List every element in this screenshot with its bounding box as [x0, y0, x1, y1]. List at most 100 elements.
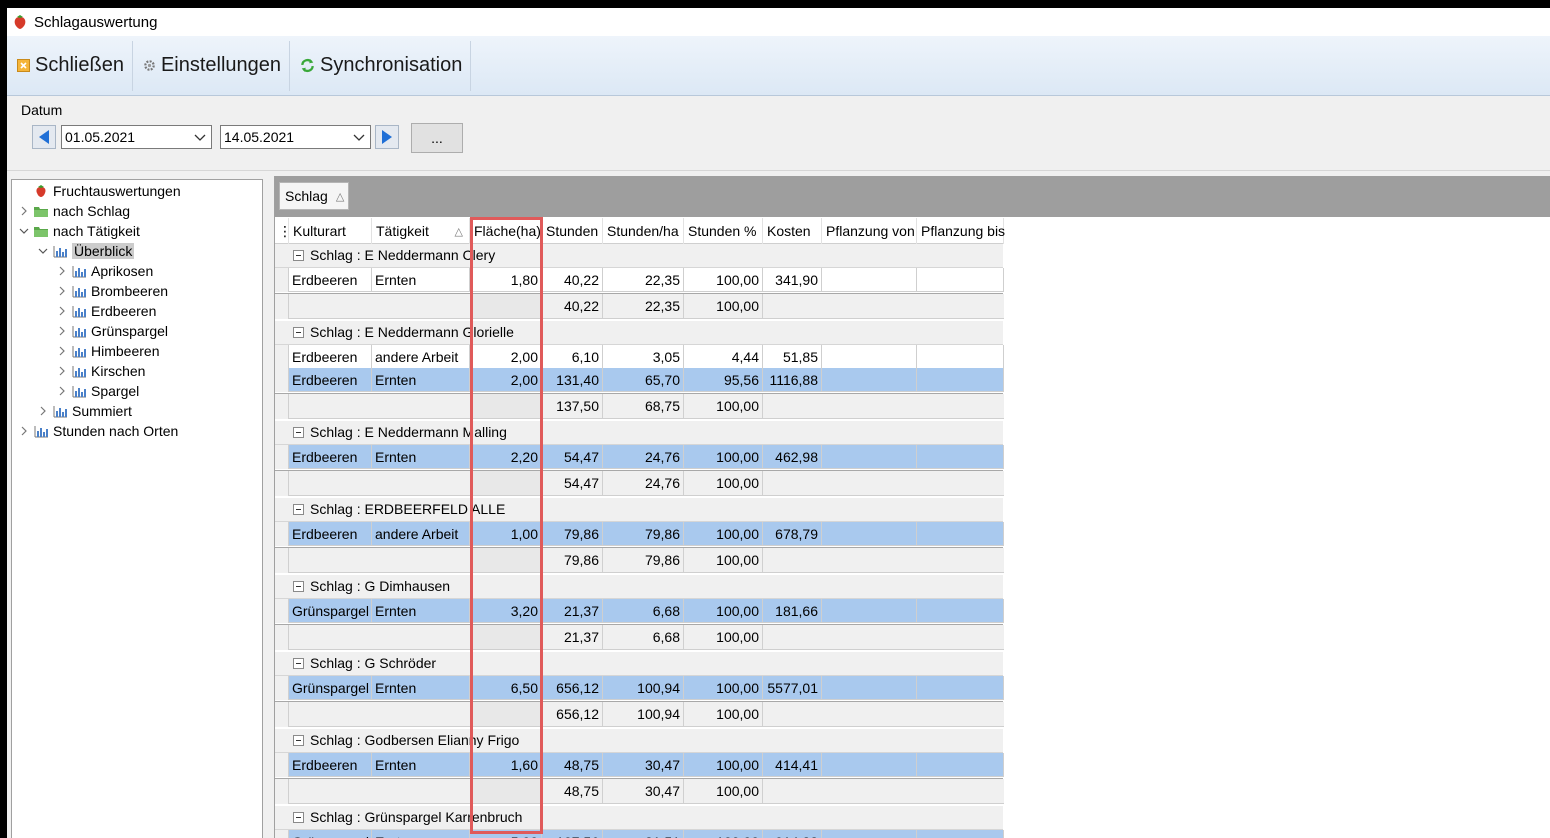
table-cell	[822, 445, 917, 469]
column-header-label: Tätigkeit	[376, 223, 429, 239]
tree-root[interactable]: Fruchtauswertungen	[18, 181, 181, 201]
table-cell: 24,76	[603, 445, 684, 469]
column-header[interactable]: Kulturart	[289, 218, 372, 244]
column-header-label: Stunden	[546, 223, 599, 239]
tree-item-summiert[interactable]: Summiert	[37, 401, 132, 421]
group-row[interactable]: Schlag : ERDBEERFELD ALLE	[275, 498, 1003, 522]
table-row[interactable]: GrünspargelErnten5,00107,5621,51100,0091…	[275, 830, 1004, 838]
column-header[interactable]: Pflanzung von	[822, 218, 917, 244]
arrow-right-icon	[382, 130, 392, 144]
chevron-right-icon[interactable]	[56, 385, 68, 397]
collapse-group-icon[interactable]	[293, 327, 304, 338]
chevron-right-icon[interactable]	[56, 285, 68, 297]
chevron-right-icon[interactable]	[18, 205, 30, 217]
chevron-right-icon[interactable]	[56, 345, 68, 357]
date-from-select[interactable]: 01.05.2021	[61, 125, 212, 149]
table-cell: andere Arbeit	[372, 522, 470, 546]
next-period-button[interactable]	[375, 125, 399, 149]
group-chip-schlag[interactable]: Schlag △	[279, 182, 349, 210]
column-header[interactable]: Tätigkeit △	[372, 218, 470, 244]
collapse-group-icon[interactable]	[293, 504, 304, 515]
strawberry-icon	[36, 185, 46, 197]
group-summary-row: 137,50 68,75 100,00	[275, 393, 1004, 419]
group-row[interactable]: Schlag : E Neddermann Malling	[275, 421, 1003, 445]
table-cell: 30,47	[603, 779, 684, 804]
table-cell	[822, 345, 917, 369]
column-header[interactable]: Pflanzung bis	[917, 218, 1005, 244]
tree-item-ueberblick[interactable]: Überblick	[37, 241, 135, 261]
chevron-right-icon[interactable]	[56, 365, 68, 377]
group-row[interactable]: Schlag : G Dimhausen	[275, 575, 1003, 599]
table-cell: Erdbeeren	[289, 268, 372, 292]
table-row[interactable]: Erdbeeren andere Arbeit 1,00 79,86 79,86 100,…	[275, 522, 1004, 546]
collapse-group-icon[interactable]	[293, 581, 304, 592]
column-header[interactable]: Stunden	[542, 218, 603, 244]
chevron-right-icon[interactable]	[18, 425, 30, 437]
table-cell: 100,00	[684, 599, 763, 623]
chevron-right-icon[interactable]	[56, 305, 68, 317]
table-row[interactable]: Erdbeeren Ernten 1,80 40,22 22,35 100,00 341,9…	[275, 268, 1004, 292]
sync-button[interactable]: Synchronisation	[290, 40, 472, 91]
title-bar: Schlagauswertung	[7, 8, 1550, 36]
tree-item-brombeeren[interactable]: Brombeeren	[56, 281, 168, 301]
chevron-right-icon[interactable]	[56, 325, 68, 337]
tree-item-nach-taetigkeit[interactable]: nach Tätigkeit	[18, 221, 140, 241]
settings-button[interactable]: Einstellungen	[133, 40, 291, 91]
bar-chart-icon	[72, 326, 86, 338]
row-indicator	[275, 830, 289, 838]
column-header[interactable]: Kosten	[763, 218, 822, 244]
column-chooser-icon[interactable]: ⋮	[275, 218, 292, 244]
table-row[interactable]: Erdbeeren Ernten 1,60 48,75 30,47 100,00 414,4…	[275, 753, 1004, 777]
column-header[interactable]: Stunden/ha	[603, 218, 684, 244]
group-row[interactable]: Schlag : Godbersen Elianny Frigo	[275, 729, 1003, 753]
collapse-group-icon[interactable]	[293, 658, 304, 669]
date-from-value: 01.05.2021	[65, 129, 136, 145]
close-button[interactable]: Schließen	[7, 40, 133, 91]
table-row[interactable]: Erdbeeren andere Arbeit 2,00 6,10 3,05 4,44 51…	[275, 345, 1004, 369]
table-row[interactable]: Erdbeeren Ernten 2,20 54,47 24,76 100,00 462,9…	[275, 445, 1004, 469]
tree-item-nach-schlag[interactable]: nach Schlag	[18, 201, 130, 221]
column-header[interactable]: Stunden %	[684, 218, 763, 244]
column-header[interactable]: Fläche(ha)	[470, 218, 542, 244]
tree-item-gruenspargel[interactable]: Grünspargel	[56, 321, 168, 341]
group-row[interactable]: Schlag : Grünspargel Karrenbruch	[275, 806, 1003, 830]
table-cell: Ernten	[372, 445, 470, 469]
table-cell	[917, 676, 1004, 700]
tree-item-spargel[interactable]: Spargel	[56, 381, 139, 401]
table-row[interactable]: Erdbeeren Ernten 2,00 131,40 65,70 95,56 1116,…	[275, 368, 1004, 392]
table-cell: 65,70	[603, 368, 684, 392]
date-to-select[interactable]: 14.05.2021	[220, 125, 371, 149]
table-cell: 6,50	[470, 676, 542, 700]
bar-chart-icon	[72, 306, 86, 318]
chevron-down-icon[interactable]	[18, 225, 30, 237]
table-cell: 5577,01	[763, 676, 822, 700]
collapse-group-icon[interactable]	[293, 427, 304, 438]
table-cell: 100,00	[684, 779, 763, 804]
tree-item-himbeeren[interactable]: Himbeeren	[56, 341, 159, 361]
group-row[interactable]: Schlag : G Schröder	[275, 652, 1003, 676]
table-cell: Erdbeeren	[289, 445, 372, 469]
group-row[interactable]: Schlag : E Neddermann Clery	[275, 244, 1003, 268]
chevron-right-icon[interactable]	[37, 405, 49, 417]
table-cell: 100,00	[684, 548, 763, 573]
collapse-group-icon[interactable]	[293, 812, 304, 823]
bar-chart-icon	[53, 406, 67, 418]
column-header-label: Fläche(ha)	[474, 223, 541, 239]
tree-item-erdbeeren[interactable]: Erdbeeren	[56, 301, 156, 321]
chevron-right-icon[interactable]	[56, 265, 68, 277]
tree-item-stunden-nach-orten[interactable]: Stunden nach Orten	[18, 421, 178, 441]
table-cell	[470, 625, 542, 650]
group-row[interactable]: Schlag : E Neddermann Glorielle	[275, 321, 1003, 345]
chevron-down-icon[interactable]	[37, 245, 49, 257]
table-cell	[289, 625, 470, 650]
collapse-group-icon[interactable]	[293, 735, 304, 746]
tree-item-kirschen[interactable]: Kirschen	[56, 361, 145, 381]
collapse-group-icon[interactable]	[293, 250, 304, 261]
previous-period-button[interactable]	[32, 125, 56, 149]
more-options-button[interactable]: ...	[411, 123, 463, 153]
table-cell	[289, 471, 470, 496]
table-row[interactable]: Grünspargel Ernten 3,20 21,37 6,68 100,00 181,…	[275, 599, 1004, 623]
tree-item-aprikosen[interactable]: Aprikosen	[56, 261, 153, 281]
bar-chart-icon	[53, 246, 67, 258]
table-row[interactable]: Grünspargel Ernten 6,50 656,12 100,94 100,00 5…	[275, 676, 1004, 700]
